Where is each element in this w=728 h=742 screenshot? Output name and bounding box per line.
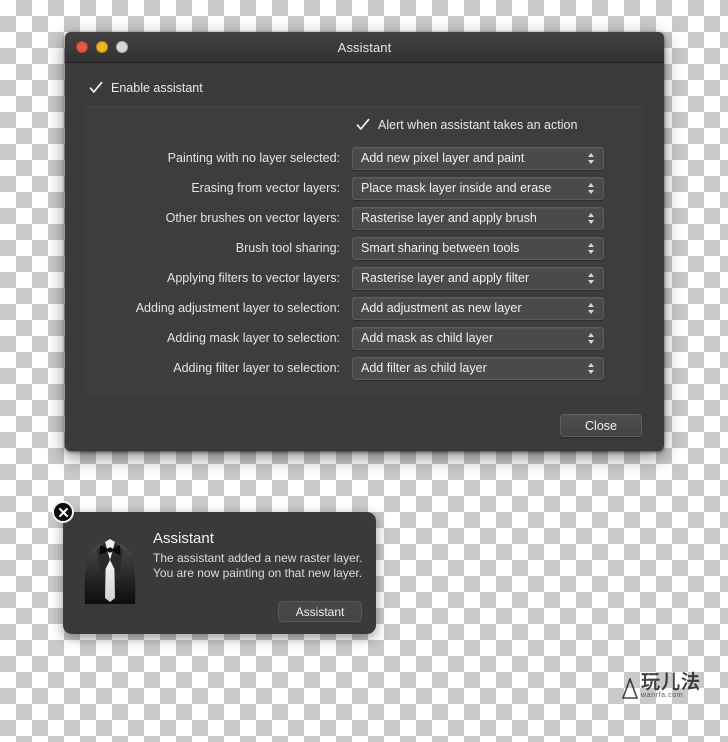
watermark-logo-icon [622,678,638,699]
toast-message-line-2: You are now painting on that new layer. [153,566,363,580]
setting-dropdown-mask-layer[interactable]: Add mask as child layer [352,326,604,350]
setting-label: Brush tool sharing: [235,241,340,255]
enable-assistant-checkbox[interactable]: Enable assistant [89,81,203,95]
setting-dropdown-painting-no-layer[interactable]: Add new pixel layer and paint [352,146,604,170]
stepper-arrows-icon[interactable] [583,238,599,259]
watermark: 玩儿法 wanrfa.com [622,666,720,700]
assistant-dialog-window: Assistant Enable assistant Alert when as… [65,32,664,451]
traffic-light-group [76,41,128,53]
setting-value: Rasterise layer and apply filter [361,271,530,285]
setting-row: Adding mask layer to selection: Add mask… [85,323,644,353]
setting-dropdown-applying-filters[interactable]: Rasterise layer and apply filter [352,266,604,290]
stepper-arrows-icon[interactable] [583,268,599,289]
close-button[interactable]: Close [560,414,642,437]
assistant-notification-toast: Assistant The assistant added a new rast… [52,501,376,634]
stepper-arrows-icon[interactable] [583,148,599,169]
watermark-text: 玩儿法 [641,671,702,693]
stepper-arrows-icon[interactable] [583,328,599,349]
setting-value: Place mask layer inside and erase [361,181,552,195]
setting-dropdown-other-brushes[interactable]: Rasterise layer and apply brush [352,206,604,230]
tuxedo-icon [79,534,141,609]
window-title: Assistant [337,39,392,55]
window-titlebar[interactable]: Assistant [65,32,664,63]
setting-value: Add new pixel layer and paint [361,151,525,165]
stepper-arrows-icon[interactable] [583,178,599,199]
stepper-arrows-icon[interactable] [583,358,599,379]
toast-text-block: Assistant The assistant added a new rast… [153,530,364,581]
toast-message-line-1: The assistant added a new raster layer. [153,551,363,565]
setting-label: Erasing from vector layers: [191,181,340,195]
checkmark-icon [89,81,103,95]
stepper-arrows-icon[interactable] [583,208,599,229]
enable-assistant-label: Enable assistant [111,81,203,95]
setting-dropdown-adjustment-layer[interactable]: Add adjustment as new layer [352,296,604,320]
setting-label: Applying filters to vector layers: [167,271,340,285]
toast-title: Assistant [153,530,214,547]
setting-dropdown-filter-layer[interactable]: Add filter as child layer [352,356,604,380]
setting-dropdown-erasing-vector[interactable]: Place mask layer inside and erase [352,176,604,200]
stepper-arrows-icon[interactable] [583,298,599,319]
setting-label: Other brushes on vector layers: [165,211,340,225]
alert-on-action-checkbox[interactable]: Alert when assistant takes an action [356,118,577,132]
setting-value: Add mask as child layer [361,331,494,345]
setting-row: Applying filters to vector layers: Raste… [85,263,644,293]
window-zoom-button[interactable] [116,41,128,53]
setting-row: Painting with no layer selected: Add new… [85,143,644,173]
setting-row: Erasing from vector layers: Place mask l… [85,173,644,203]
window-minimize-button[interactable] [96,41,108,53]
alert-on-action-label: Alert when assistant takes an action [378,118,578,132]
toast-close-icon[interactable] [52,501,74,523]
window-close-button[interactable] [76,41,88,53]
setting-value: Add adjustment as new layer [361,301,522,315]
setting-dropdown-brush-tool-sharing[interactable]: Smart sharing between tools [352,236,604,260]
setting-value: Smart sharing between tools [361,241,520,255]
setting-row: Adding filter layer to selection: Add fi… [85,353,644,383]
setting-label: Painting with no layer selected: [167,151,340,165]
toast-assistant-button[interactable]: Assistant [278,601,362,622]
watermark-url: wanrfa.com [641,692,684,699]
setting-row: Adding adjustment layer to selection: Ad… [85,293,644,323]
setting-row: Other brushes on vector layers: Rasteris… [85,203,644,233]
setting-value: Add filter as child layer [361,361,487,375]
checkmark-icon [356,118,370,132]
setting-label: Adding filter layer to selection: [173,361,340,375]
settings-panel: Alert when assistant takes an action Pai… [85,106,644,399]
setting-row: Brush tool sharing: Smart sharing betwee… [85,233,644,263]
setting-label: Adding mask layer to selection: [166,331,340,345]
window-body: Enable assistant Alert when assistant ta… [65,63,664,451]
setting-value: Rasterise layer and apply brush [361,211,537,225]
setting-label: Adding adjustment layer to selection: [135,301,340,315]
settings-row-list: Painting with no layer selected: Add new… [85,143,644,383]
